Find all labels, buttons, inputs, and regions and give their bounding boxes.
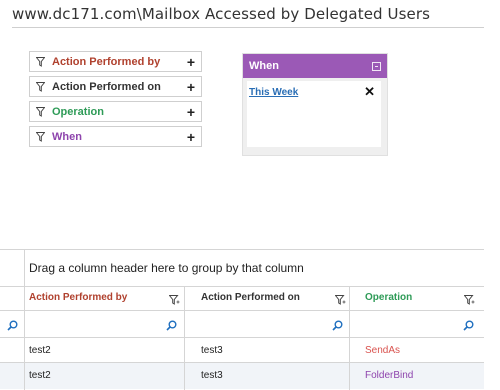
page-title: www.dc171.com\Mailbox Accessed by Delega…: [12, 5, 431, 23]
search-input-action-performed-on[interactable]: [185, 312, 349, 336]
close-icon[interactable]: ✕: [364, 84, 375, 100]
funnel-icon: [36, 131, 46, 142]
funnel-icon: [36, 81, 46, 92]
filter-action-performed-on[interactable]: Action Performed on +: [29, 76, 202, 97]
title-divider: [12, 27, 484, 28]
grid-divider: [0, 286, 484, 287]
filter-when[interactable]: When +: [29, 126, 202, 147]
table-cell: FolderBind: [365, 370, 414, 381]
grid-border: [0, 249, 484, 250]
column-header-operation[interactable]: Operation: [365, 292, 412, 303]
when-panel-body: This Week ✕: [247, 81, 381, 147]
add-filter-button[interactable]: +: [187, 130, 195, 144]
when-filter-panel: When This Week ✕: [242, 53, 388, 156]
column-filter-icon[interactable]: [334, 292, 346, 310]
grid-divider: [24, 363, 25, 390]
search-icon[interactable]: [166, 318, 177, 336]
grid-divider: [184, 363, 185, 390]
grid-divider: [24, 249, 25, 286]
table-cell: test3: [201, 345, 223, 356]
search-icon[interactable]: [332, 318, 343, 336]
table-cell: SendAs: [365, 345, 401, 356]
filter-label: Action Performed by: [52, 55, 161, 68]
add-filter-button[interactable]: +: [187, 80, 195, 94]
funnel-icon: [36, 56, 46, 67]
table-cell: test2: [29, 345, 51, 356]
panel-menu-icon[interactable]: [372, 61, 381, 71]
filter-operation[interactable]: Operation +: [29, 101, 202, 122]
when-panel-title: When: [249, 60, 279, 72]
grid-divider: [0, 310, 484, 311]
grid-divider: [349, 363, 350, 390]
data-grid: Drag a column header here to group by th…: [0, 249, 484, 390]
column-filter-icon[interactable]: [168, 292, 180, 310]
funnel-icon: [36, 106, 46, 117]
table-cell: test3: [201, 370, 223, 381]
filter-list: Action Performed by + Action Performed o…: [29, 51, 202, 151]
when-panel-header: When: [243, 54, 387, 78]
group-by-hint: Drag a column header here to group by th…: [29, 261, 304, 275]
column-header-action-performed-on[interactable]: Action Performed on: [201, 292, 300, 303]
table-cell: test2: [29, 370, 51, 381]
column-filter-icon[interactable]: [463, 292, 475, 310]
filter-value-link[interactable]: This Week: [249, 87, 298, 98]
search-icon[interactable]: [7, 318, 18, 336]
grid-divider: [0, 337, 484, 338]
filter-label: Action Performed on: [52, 80, 161, 93]
filter-label: Operation: [52, 105, 104, 118]
search-icon[interactable]: [463, 318, 474, 336]
filter-label: When: [52, 130, 82, 143]
column-header-action-performed-by[interactable]: Action Performed by: [29, 292, 127, 303]
filter-action-performed-by[interactable]: Action Performed by +: [29, 51, 202, 72]
search-input-action-performed-by[interactable]: [25, 312, 184, 336]
add-filter-button[interactable]: +: [187, 105, 195, 119]
add-filter-button[interactable]: +: [187, 55, 195, 69]
